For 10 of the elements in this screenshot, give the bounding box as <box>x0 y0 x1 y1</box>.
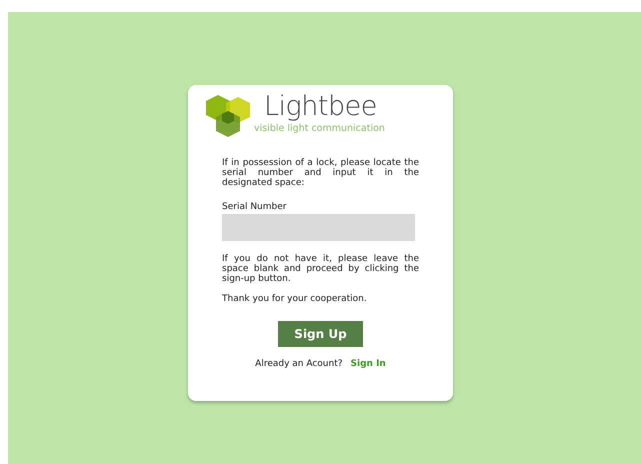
account-prompt: Already an Acount? <box>255 358 343 371</box>
field-label: Serial Number <box>221 200 288 214</box>
serial-number-field[interactable] <box>222 214 415 242</box>
note-text: If you do not have it, please leave the space blank and proceed by clicking the sign-up button. <box>221 255 419 285</box>
sign-up-button[interactable]: Sign Up <box>278 320 363 347</box>
brand-name: Lightbee <box>264 93 378 120</box>
thanks-text: Thank you for your cooperation. <box>221 294 368 305</box>
sign-in-link[interactable]: Sign In <box>350 358 386 372</box>
intro-text: If in possession of a lock, please locate the serial number and input it in the designated space: <box>221 159 419 189</box>
brand-tagline: visible light communication <box>254 124 385 134</box>
